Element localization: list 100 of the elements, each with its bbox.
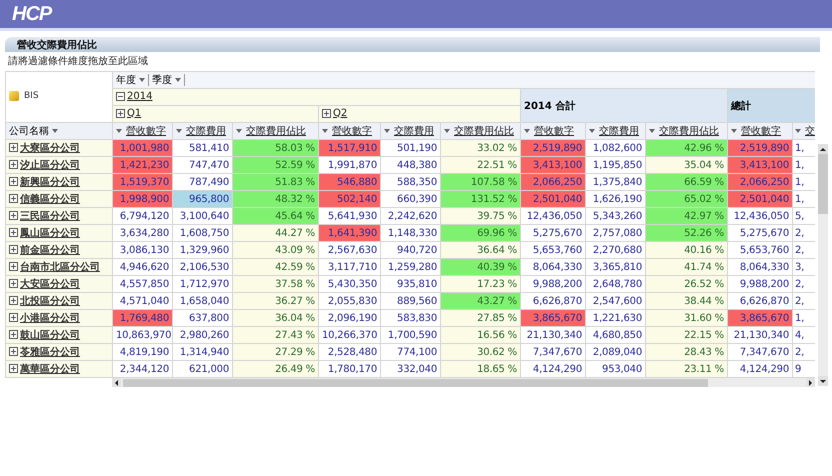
table-cell: 5, [792, 208, 815, 224]
expand-icon[interactable] [9, 262, 18, 272]
table-cell: 2,106,530 [172, 258, 232, 276]
caret-icon[interactable] [649, 129, 655, 133]
table-cell: 965,800 [172, 190, 232, 208]
table-cell: 36.04 % [232, 310, 318, 326]
table-cell: 39.75 % [440, 208, 520, 224]
table-cell: 2,980,260 [172, 326, 232, 344]
caret-icon[interactable] [589, 129, 595, 133]
expand-icon[interactable] [9, 143, 18, 152]
table-cell: 1,658,040 [172, 292, 232, 310]
caret-icon[interactable] [524, 129, 530, 133]
logo: HCP [12, 2, 52, 26]
table-cell: 52.26 % [646, 224, 728, 242]
scroll-left-icon[interactable] [112, 378, 121, 387]
table-cell: 1, [792, 156, 815, 174]
scrollbar-thumb[interactable] [818, 154, 828, 214]
table-cell: 3,865,670 [728, 310, 792, 326]
vertical-scrollbar[interactable] [818, 144, 828, 386]
table-cell: 9,988,200 [520, 276, 586, 292]
scroll-up-icon[interactable] [818, 144, 828, 154]
table-cell: 45.64 % [232, 208, 318, 224]
expand-icon[interactable] [9, 228, 18, 238]
table-cell: 5,653,760 [728, 242, 792, 258]
table-cell: 1,148,330 [380, 224, 440, 242]
expand-icon[interactable] [116, 108, 125, 118]
report-title: 營收交際費用佔比 [17, 38, 97, 52]
table-cell: 33.02 % [440, 140, 520, 156]
table-cell: 4,680,850 [586, 326, 646, 344]
table-cell: 787,490 [172, 174, 232, 190]
table-cell: 2,528,480 [318, 344, 380, 360]
year-link[interactable]: 2014 [127, 90, 152, 102]
table-cell: 6,626,870 [728, 292, 792, 310]
table-cell: 1,314,940 [172, 344, 232, 360]
expand-icon[interactable] [9, 364, 18, 374]
expand-icon[interactable] [9, 279, 18, 288]
table-cell: 27.85 % [440, 310, 520, 326]
caret-icon[interactable] [236, 129, 242, 133]
scroll-right-icon[interactable] [806, 378, 815, 387]
caret-icon[interactable] [52, 129, 58, 133]
table-cell: 448,380 [380, 156, 440, 174]
table-cell: 2,344,120 [112, 360, 172, 378]
table-cell: 953,040 [586, 360, 646, 378]
table-cell: 10,266,370 [318, 326, 380, 344]
table-cell: 621,000 [172, 360, 232, 378]
table-cell: 3,413,100 [728, 156, 792, 174]
table-cell: 1,626,190 [586, 190, 646, 208]
table-cell: 17.23 % [440, 276, 520, 292]
table-cell: 3,634,280 [112, 224, 172, 242]
quarter-link[interactable]: Q2 [333, 108, 348, 118]
table-cell: 6,794,120 [112, 208, 172, 224]
expand-icon[interactable] [9, 330, 18, 340]
table-cell: 4,571,040 [112, 292, 172, 310]
expand-icon[interactable] [9, 347, 18, 356]
table-cell: 7,347,670 [728, 344, 792, 360]
scrollbar-thumb[interactable] [123, 378, 708, 386]
caret-icon[interactable] [795, 129, 801, 133]
table-cell: 44.27 % [232, 224, 318, 242]
table-cell: 2, [792, 242, 815, 258]
table-cell: 1,375,840 [586, 174, 646, 190]
table-cell: 16.56 % [440, 326, 520, 344]
table-cell: 2,547,600 [586, 292, 646, 310]
caret-icon[interactable] [384, 129, 390, 133]
table-cell: 583,830 [380, 310, 440, 326]
caret-icon[interactable] [322, 129, 328, 133]
table-cell: 131.52 % [440, 190, 520, 208]
expand-icon[interactable] [322, 108, 331, 118]
expand-icon[interactable] [9, 313, 18, 322]
scroll-down-icon[interactable] [818, 376, 828, 386]
caret-icon[interactable] [176, 129, 182, 133]
collapse-icon[interactable] [116, 92, 125, 100]
caret-icon[interactable] [444, 129, 450, 133]
table-cell: 1, [792, 190, 815, 208]
table-cell: 5,343,260 [586, 208, 646, 224]
expand-icon[interactable] [9, 160, 18, 170]
expand-icon[interactable] [9, 194, 18, 204]
table-cell: 36.64 % [440, 242, 520, 258]
table-cell: 2,567,630 [318, 242, 380, 258]
expand-icon[interactable] [9, 296, 18, 306]
table-cell: 4,946,620 [112, 258, 172, 276]
table-cell: 28.43 % [646, 344, 728, 360]
table-cell: 5,430,350 [318, 276, 380, 292]
table-cell: 2,519,890 [520, 140, 586, 156]
table-cell: 588,350 [380, 174, 440, 190]
table-cell: 107.58 % [440, 174, 520, 190]
table-cell: 1, [792, 174, 815, 190]
horizontal-scrollbar[interactable] [112, 378, 815, 387]
caret-icon[interactable] [116, 129, 122, 133]
table-cell: 2,055,830 [318, 292, 380, 310]
table-cell: 5,641,930 [318, 208, 380, 224]
table-cell: 1, [792, 140, 815, 156]
expand-icon[interactable] [9, 245, 18, 254]
table-cell: 940,720 [380, 242, 440, 258]
table-cell: 48.32 % [232, 190, 318, 208]
expand-icon[interactable] [9, 177, 18, 186]
caret-icon[interactable] [731, 129, 737, 133]
expand-icon[interactable] [9, 211, 18, 220]
quarter-link[interactable]: Q1 [127, 108, 142, 118]
table-cell: 2, [792, 292, 815, 310]
table-cell: 26.52 % [646, 276, 728, 292]
